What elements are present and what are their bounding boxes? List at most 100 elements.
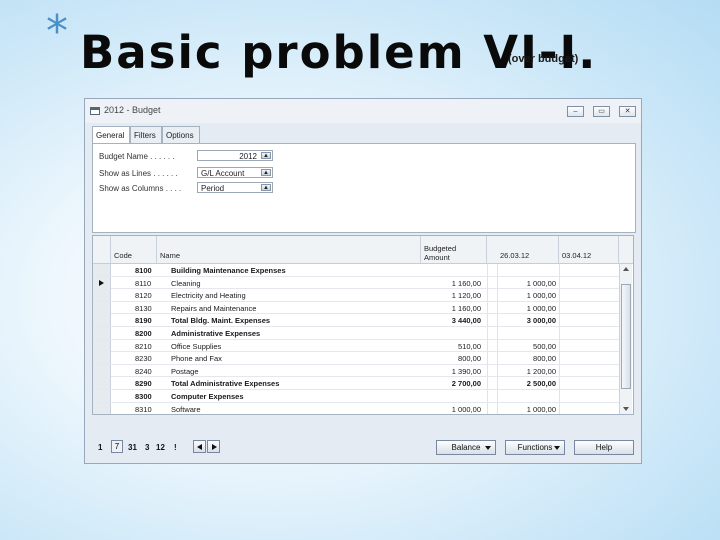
cell-budgeted-amount[interactable]: 510,00 [433, 342, 481, 351]
row-selector[interactable] [93, 289, 111, 302]
cell-period-1[interactable]: 3 000,00 [507, 316, 556, 325]
table-row[interactable]: 8230 Phone and Fax 800,00 800,00 [93, 352, 619, 365]
cell-period-1[interactable]: 1 000,00 [507, 405, 556, 414]
cell-name[interactable]: Cleaning [171, 279, 201, 288]
budget-name-field[interactable]: 2012 ▲ [197, 150, 273, 161]
close-button[interactable]: ✕ [619, 106, 636, 117]
cell-name[interactable]: Software [171, 405, 201, 414]
row-selector[interactable] [93, 402, 111, 414]
cell-period-1[interactable]: 500,00 [507, 342, 556, 351]
row-selector[interactable] [93, 327, 111, 339]
row-selector[interactable] [93, 264, 111, 276]
table-row[interactable]: 8190 Total Bldg. Maint. Expenses 3 440,00 3… [93, 314, 619, 327]
cell-code[interactable]: 8120 [135, 291, 152, 300]
window-titlebar[interactable]: 2012 - Budget – ▭ ✕ [85, 99, 641, 123]
table-row[interactable]: 8100 Building Maintenance Expenses [93, 264, 619, 277]
cell-code[interactable]: 8240 [135, 367, 152, 376]
column-budgeted-amount-header[interactable]: Budgeted Amount [421, 236, 487, 264]
period-year-button[interactable]: 12 [156, 443, 165, 452]
next-period-button[interactable] [207, 440, 220, 453]
cell-code[interactable]: 8200 [135, 329, 152, 338]
column-period-2-header[interactable]: 03.04.12 [559, 236, 619, 264]
cell-period-1[interactable]: 1 000,00 [507, 291, 556, 300]
table-row[interactable]: 8290 Total Administrative Expenses 2 700,0… [93, 377, 619, 390]
cell-name[interactable]: Repairs and Maintenance [171, 304, 256, 313]
cell-name[interactable]: Phone and Fax [171, 354, 222, 363]
cell-budgeted-amount[interactable]: 1 160,00 [433, 304, 481, 313]
period-week-button[interactable]: 7 [111, 440, 123, 453]
bullet-star: * [46, 6, 68, 57]
period-accounting-button[interactable]: ! [174, 443, 177, 452]
table-row[interactable]: 8210 Office Supplies 510,00 500,00 [93, 339, 619, 353]
cell-code[interactable]: 8230 [135, 354, 152, 363]
cell-period-1[interactable]: 1 000,00 [507, 304, 556, 313]
cell-code[interactable]: 8190 [135, 316, 152, 325]
vertical-scrollbar[interactable] [619, 264, 632, 414]
cell-code[interactable]: 8290 [135, 379, 152, 388]
show-as-columns-value: Period [201, 184, 225, 193]
cell-budgeted-amount[interactable]: 1 000,00 [433, 405, 481, 414]
cell-name[interactable]: Total Bldg. Maint. Expenses [171, 316, 270, 325]
cell-name[interactable]: Postage [171, 367, 199, 376]
previous-period-button[interactable] [193, 440, 206, 453]
cell-budgeted-amount[interactable]: 1 390,00 [433, 367, 481, 376]
scroll-thumb[interactable] [621, 284, 631, 389]
column-name-header[interactable]: Name [157, 236, 421, 264]
cell-name[interactable]: Building Maintenance Expenses [171, 266, 286, 275]
period-quarter-button[interactable]: 3 [145, 443, 149, 452]
period-month-button[interactable]: 31 [128, 443, 137, 452]
cell-code[interactable]: 8210 [135, 342, 152, 351]
functions-button[interactable]: Functions [505, 440, 565, 455]
table-row[interactable]: 8110 Cleaning 1 160,00 1 000,00 [93, 276, 619, 290]
table-row[interactable]: 8300 Computer Expenses [93, 390, 619, 403]
show-as-lines-dropdown-button[interactable]: ▲ [261, 169, 271, 176]
help-button[interactable]: Help [574, 440, 634, 455]
restore-button[interactable]: ▭ [593, 106, 610, 117]
cell-period-1[interactable]: 800,00 [507, 354, 556, 363]
cell-period-1[interactable]: 1 000,00 [507, 279, 556, 288]
cell-name[interactable]: Computer Expenses [171, 392, 244, 401]
table-row[interactable]: 8200 Administrative Expenses [93, 327, 619, 340]
cell-budgeted-amount[interactable]: 2 700,00 [433, 379, 481, 388]
row-selector[interactable] [93, 314, 111, 327]
period-day-button[interactable]: 1 [98, 443, 102, 452]
budget-name-lookup-button[interactable]: ▲ [261, 152, 271, 159]
table-row[interactable]: 8310 Software 1 000,00 1 000,00 [93, 402, 619, 414]
row-selector[interactable] [93, 364, 111, 377]
cell-code[interactable]: 8130 [135, 304, 152, 313]
row-selector[interactable] [93, 377, 111, 390]
table-row[interactable]: 8130 Repairs and Maintenance 1 160,00 1 000… [93, 301, 619, 315]
column-code-header[interactable]: Code [111, 236, 157, 264]
tab-options[interactable]: Options [162, 126, 200, 144]
tab-filters[interactable]: Filters [130, 126, 162, 144]
cell-budgeted-amount[interactable]: 1 120,00 [433, 291, 481, 300]
column-period-1-header[interactable]: 26.03.12 [497, 236, 559, 264]
cell-code[interactable]: 8300 [135, 392, 152, 401]
row-selector[interactable] [93, 352, 111, 365]
cell-code[interactable]: 8100 [135, 266, 152, 275]
row-selector[interactable] [93, 276, 111, 289]
balance-button[interactable]: Balance [436, 440, 496, 455]
cell-name[interactable]: Administrative Expenses [171, 329, 260, 338]
show-as-columns-dropdown-button[interactable]: ▲ [261, 184, 271, 191]
cell-budgeted-amount[interactable]: 800,00 [433, 354, 481, 363]
scroll-down-icon[interactable] [623, 407, 629, 411]
table-row[interactable]: 8120 Electricity and Heating 1 120,00 1 000… [93, 289, 619, 302]
scroll-up-icon[interactable] [623, 267, 629, 271]
cell-name[interactable]: Total Administrative Expenses [171, 379, 279, 388]
table-row[interactable]: 8240 Postage 1 390,00 1 200,00 [93, 364, 619, 378]
cell-code[interactable]: 8110 [135, 279, 151, 288]
minimize-button[interactable]: – [567, 106, 584, 117]
cell-period-1[interactable]: 1 200,00 [507, 367, 556, 376]
cell-name[interactable]: Electricity and Heating [171, 291, 246, 300]
cell-period-1[interactable]: 2 500,00 [507, 379, 556, 388]
row-selector[interactable] [93, 301, 111, 314]
cell-code[interactable]: 8310 [135, 405, 152, 414]
cell-budgeted-amount[interactable]: 3 440,00 [433, 316, 481, 325]
row-selector[interactable] [93, 390, 111, 402]
show-as-lines-field[interactable]: G/L Account ▲ [197, 167, 273, 178]
row-selector[interactable] [93, 339, 111, 352]
cell-budgeted-amount[interactable]: 1 160,00 [433, 279, 481, 288]
cell-name[interactable]: Office Supplies [171, 342, 221, 351]
show-as-columns-field[interactable]: Period ▲ [197, 182, 273, 193]
